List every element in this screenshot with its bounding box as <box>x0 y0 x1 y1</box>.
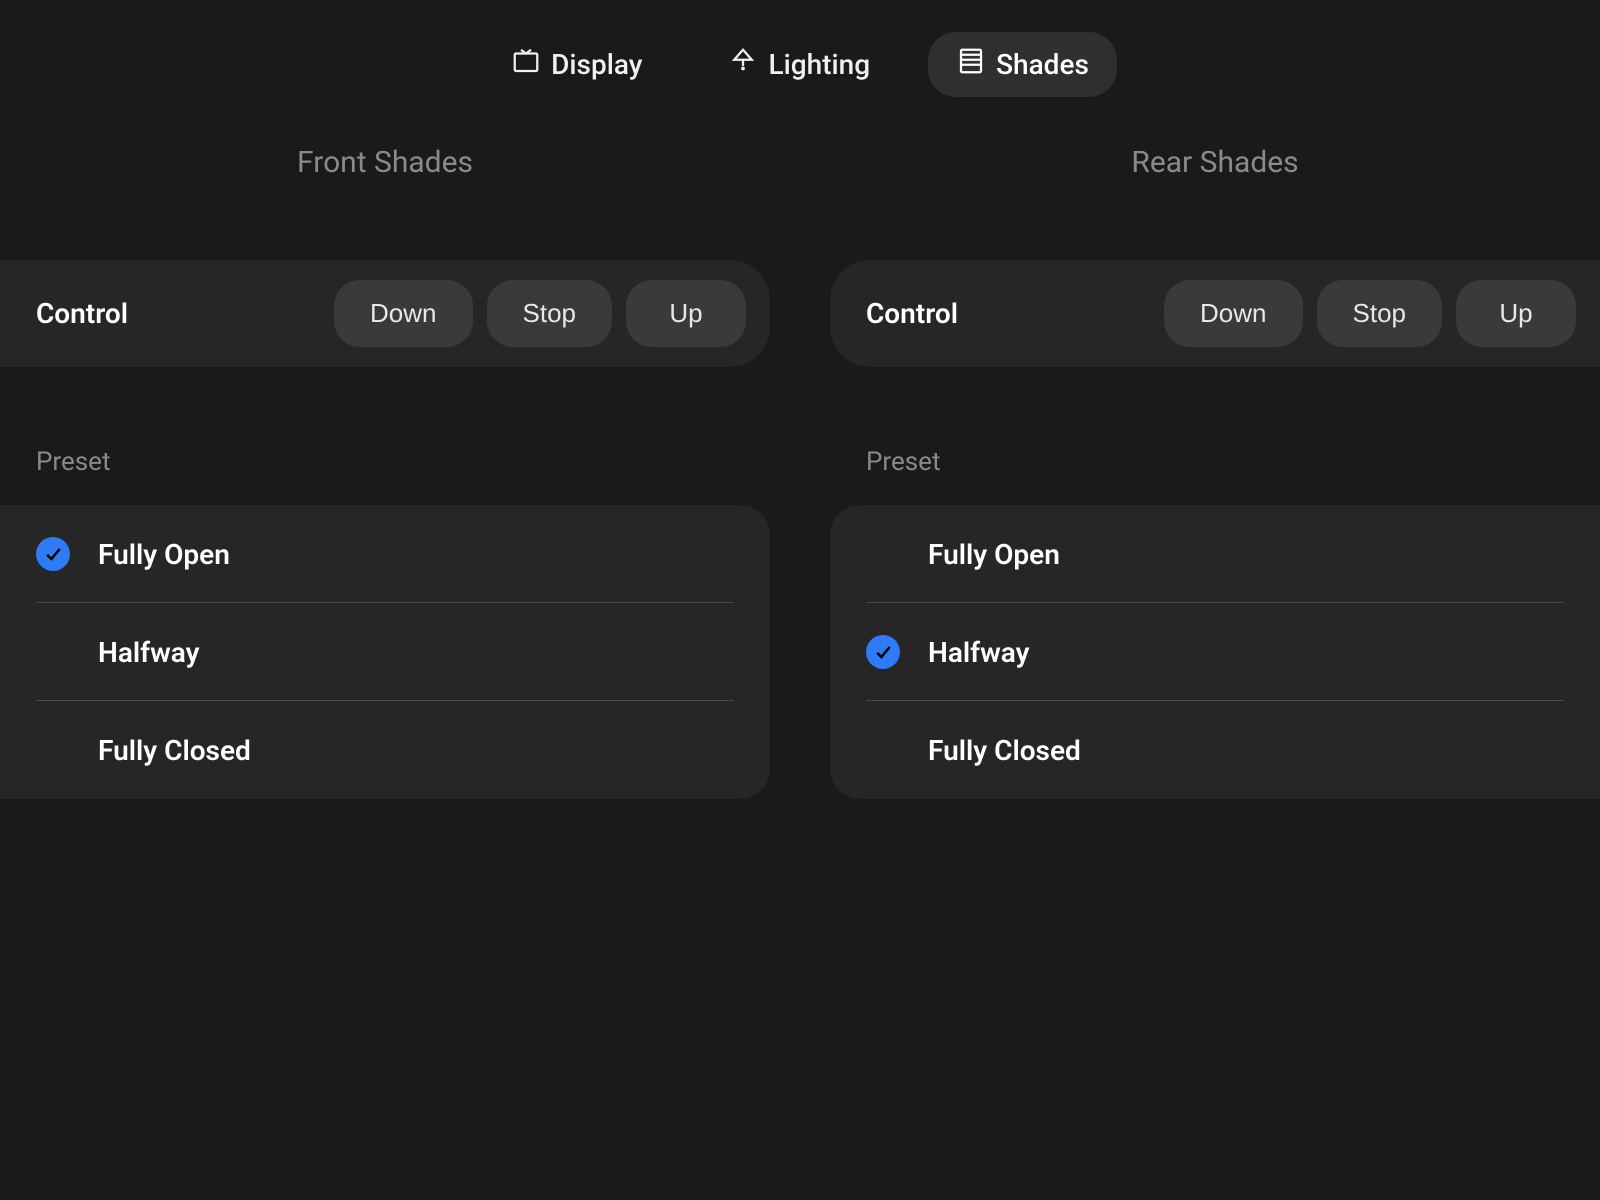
column-front-shades: Front Shades Control Down Stop Up Preset… <box>0 145 770 799</box>
preset-label-rear: Preset <box>830 447 1600 477</box>
check-icon <box>36 537 70 571</box>
front-up-button[interactable]: Up <box>626 280 746 347</box>
section-title-front: Front Shades <box>0 145 770 180</box>
control-buttons-front: Down Stop Up <box>334 280 746 347</box>
preset-label: Fully Closed <box>928 734 1081 767</box>
rear-down-button[interactable]: Down <box>1164 280 1302 347</box>
control-label-front: Control <box>36 297 128 330</box>
preset-label: Halfway <box>928 636 1030 669</box>
preset-rear-fully-open[interactable]: Fully Open <box>830 505 1600 603</box>
tab-lighting-label: Lighting <box>768 48 870 81</box>
preset-rear-halfway[interactable]: Halfway <box>830 603 1600 701</box>
preset-front-halfway[interactable]: Halfway <box>0 603 770 701</box>
shades-icon <box>956 46 986 83</box>
lamp-icon <box>728 46 758 83</box>
control-row-rear: Control Down Stop Up <box>830 260 1600 367</box>
rear-up-button[interactable]: Up <box>1456 280 1576 347</box>
tv-icon <box>511 46 541 83</box>
tab-shades[interactable]: Shades <box>928 32 1117 97</box>
check-icon <box>866 635 900 669</box>
preset-list-rear: Fully Open Halfway Fully Closed <box>830 505 1600 799</box>
preset-label: Fully Open <box>98 538 230 571</box>
tab-shades-label: Shades <box>996 48 1089 81</box>
front-stop-button[interactable]: Stop <box>487 280 613 347</box>
preset-front-fully-closed[interactable]: Fully Closed <box>0 701 770 799</box>
preset-label-front: Preset <box>0 447 770 477</box>
content-area: Front Shades Control Down Stop Up Preset… <box>0 145 1600 799</box>
tab-display[interactable]: Display <box>483 32 670 97</box>
control-label-rear: Control <box>866 297 958 330</box>
tab-display-label: Display <box>551 48 642 81</box>
front-down-button[interactable]: Down <box>334 280 472 347</box>
section-title-rear: Rear Shades <box>830 145 1600 180</box>
tab-bar: Display Lighting Shades <box>0 0 1600 145</box>
tab-lighting[interactable]: Lighting <box>700 32 898 97</box>
control-row-front: Control Down Stop Up <box>0 260 770 367</box>
preset-label: Fully Closed <box>98 734 251 767</box>
rear-stop-button[interactable]: Stop <box>1317 280 1443 347</box>
control-buttons-rear: Down Stop Up <box>1164 280 1576 347</box>
preset-label: Halfway <box>98 636 200 669</box>
preset-label: Fully Open <box>928 538 1060 571</box>
preset-list-front: Fully Open Halfway Fully Closed <box>0 505 770 799</box>
column-rear-shades: Rear Shades Control Down Stop Up Preset … <box>830 145 1600 799</box>
preset-rear-fully-closed[interactable]: Fully Closed <box>830 701 1600 799</box>
preset-front-fully-open[interactable]: Fully Open <box>0 505 770 603</box>
